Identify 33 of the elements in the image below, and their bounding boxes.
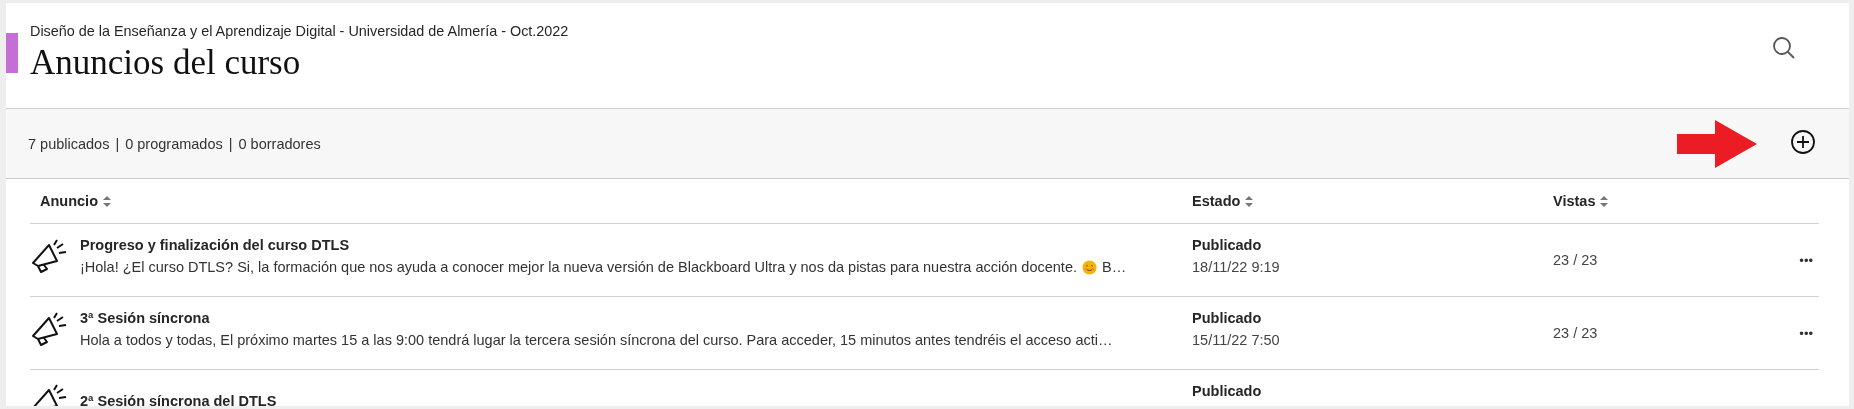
views-count: 23 / 23 bbox=[1552, 325, 1598, 341]
announcement-preview: ¡Hola! ¿El curso DTLS? Si, la formación que nos ayuda a conocer mejor la nueva versión de Blackboard Ultra y nos da pistas para nuestra acción docente. bbox=[80, 259, 1077, 275]
views-count: 23 / 23 bbox=[1552, 252, 1598, 268]
separator: | bbox=[115, 135, 120, 152]
accent-bar bbox=[6, 33, 18, 73]
status-text: Publicado bbox=[1192, 383, 1263, 399]
column-header[interactable]: Vistas bbox=[1543, 193, 1609, 209]
published-count: 7 publicados bbox=[28, 135, 110, 152]
sort-icon bbox=[1600, 195, 1609, 207]
column-header[interactable]: Estado bbox=[1182, 193, 1254, 209]
announcement-title[interactable]: Progreso y finalización del curso DTLS bbox=[80, 237, 1127, 253]
date-text: 15/11/22 7:50 bbox=[1192, 332, 1281, 348]
announcement-title[interactable]: 2ª Sesión síncrona del DTLS bbox=[80, 393, 277, 406]
status-text: Publicado bbox=[1192, 310, 1263, 326]
status-text: Publicado bbox=[1192, 237, 1263, 253]
page-title: Anuncios del curso bbox=[30, 43, 302, 83]
sort-icon bbox=[1245, 195, 1254, 207]
more-button[interactable]: ••• bbox=[1793, 253, 1819, 268]
scheduled-count: 0 programados bbox=[125, 135, 223, 152]
announcement-preview: Hola a todos y todas, El próximo martes 15 a las 9:00 tendrá lugar la tercera sesión síncrona del curso. Para acceder, 15 minutos antes tendréis el acceso acti… bbox=[80, 332, 1113, 348]
announcement-preview: B… bbox=[1102, 259, 1127, 275]
separator: | bbox=[228, 135, 233, 152]
date-text: 18/11/22 9:19 bbox=[1192, 259, 1281, 275]
sort-icon bbox=[103, 195, 111, 207]
announcement-title[interactable]: 3ª Sesión síncrona bbox=[80, 310, 1113, 326]
arrow-icon bbox=[1677, 119, 1757, 168]
drafts-count: 0 borradores bbox=[238, 135, 321, 152]
smiley-icon bbox=[1082, 259, 1097, 275]
megaphone-icon bbox=[30, 238, 68, 274]
megaphone-icon bbox=[30, 311, 68, 347]
column-header[interactable]: Anuncio bbox=[30, 193, 111, 209]
course-title: Diseño de la Enseñanza y el Aprendizaje Digital - Universidad de Almería - Oct.2022 bbox=[30, 23, 570, 39]
more-button[interactable]: ••• bbox=[1793, 326, 1819, 341]
